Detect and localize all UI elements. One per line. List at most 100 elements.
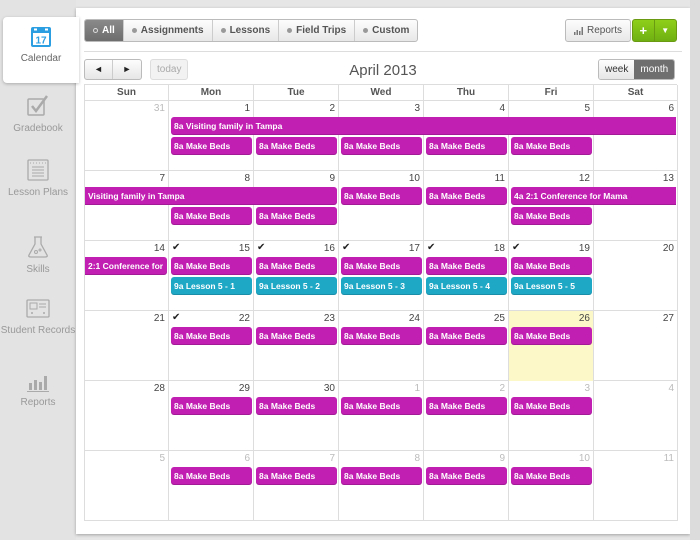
assignment-event[interactable]: 8a Make Beds <box>171 257 252 275</box>
day-cell[interactable]: 30 <box>254 381 339 451</box>
assignment-event[interactable]: 8a Make Beds <box>171 137 252 155</box>
assignment-event[interactable]: 8a Make Beds <box>171 207 252 225</box>
sidebar-item-reports[interactable]: Reports <box>0 372 76 409</box>
next-month-button[interactable]: ► <box>113 60 141 79</box>
day-cell[interactable]: 10 <box>509 451 594 521</box>
assignment-event[interactable]: 8a Make Beds <box>171 397 252 415</box>
assignment-event[interactable]: 8a Make Beds <box>256 467 337 485</box>
day-cell[interactable]: 12 <box>509 171 594 241</box>
page-scrollbar[interactable] <box>690 0 700 540</box>
assignment-event[interactable]: Visiting family in Tampa <box>85 187 337 205</box>
day-cell[interactable]: 3 <box>339 101 424 171</box>
day-cell[interactable]: 25 <box>424 311 509 381</box>
assignment-event[interactable]: 8a Make Beds <box>341 257 422 275</box>
day-cell[interactable]: 15 ✔ <box>169 241 254 311</box>
day-cell[interactable]: 4 <box>424 101 509 171</box>
assignment-event[interactable]: 8a Make Beds <box>426 327 507 345</box>
day-cell[interactable]: 9 <box>254 171 339 241</box>
day-cell[interactable]: 1 <box>339 381 424 451</box>
day-cell[interactable]: 6 <box>594 101 678 171</box>
assignment-event[interactable]: 8a Make Beds <box>511 137 592 155</box>
assignment-event[interactable]: 8a Make Beds <box>256 257 337 275</box>
day-cell[interactable]: 17 ✔ <box>339 241 424 311</box>
day-cell[interactable]: 3 <box>509 381 594 451</box>
day-cell[interactable]: 19 ✔ <box>509 241 594 311</box>
assignment-event[interactable]: 8a Make Beds <box>426 257 507 275</box>
assignment-event[interactable]: 4a 2:1 Conference for Mama <box>511 187 676 205</box>
day-cell[interactable]: 24 <box>339 311 424 381</box>
assignment-event[interactable]: 8a Make Beds <box>426 467 507 485</box>
assignment-event[interactable]: 8a Make Beds <box>256 207 337 225</box>
day-cell[interactable]: 29 <box>169 381 254 451</box>
day-cell[interactable]: 27 <box>594 311 678 381</box>
lesson-event[interactable]: 9a Lesson 5 - 5 <box>511 277 592 295</box>
sidebar-item-student-records[interactable]: Student Records <box>0 298 76 337</box>
assignment-event[interactable]: 8a Visiting family in Tampa <box>171 117 676 135</box>
day-cell[interactable]: 11 <box>594 451 678 521</box>
month-view-button[interactable]: month <box>634 60 675 79</box>
day-cell[interactable]: 4 <box>594 381 678 451</box>
assignment-event[interactable]: 8a Make Beds <box>511 327 592 345</box>
day-cell[interactable]: 8 <box>339 451 424 521</box>
day-cell[interactable]: 2 <box>254 101 339 171</box>
lesson-event[interactable]: 9a Lesson 5 - 2 <box>256 277 337 295</box>
day-cell[interactable]: 20 <box>594 241 678 311</box>
assignment-event[interactable]: 8a Make Beds <box>171 327 252 345</box>
day-cell[interactable]: 2 <box>424 381 509 451</box>
day-cell[interactable]: 1 <box>169 101 254 171</box>
assignment-event[interactable]: 8a Make Beds <box>256 327 337 345</box>
assignment-event[interactable]: 8a Make Beds <box>426 137 507 155</box>
assignment-event[interactable]: 8a Make Beds <box>426 397 507 415</box>
add-event-button[interactable]: + <box>633 20 655 41</box>
day-cell[interactable]: 8 <box>169 171 254 241</box>
sidebar-item-gradebook[interactable]: Gradebook <box>0 94 76 135</box>
day-cell[interactable]: 16 ✔ <box>254 241 339 311</box>
filter-field-trips-button[interactable]: Field Trips <box>279 20 356 41</box>
assignment-event[interactable]: 8a Make Beds <box>341 467 422 485</box>
day-cell[interactable]: 9 <box>424 451 509 521</box>
lesson-event[interactable]: 9a Lesson 5 - 3 <box>341 277 422 295</box>
day-cell[interactable]: 5 <box>509 101 594 171</box>
sidebar-item-lesson-plans[interactable]: Lesson Plans <box>0 158 76 199</box>
day-cell[interactable]: 7 <box>254 451 339 521</box>
assignment-event[interactable]: 8a Make Beds <box>511 257 592 275</box>
day-cell[interactable]: 21 <box>85 311 169 381</box>
filter-custom-button[interactable]: Custom <box>355 20 417 41</box>
day-cell[interactable]: 14 <box>85 241 169 311</box>
assignment-event[interactable]: 8a Make Beds <box>256 397 337 415</box>
filter-assignments-button[interactable]: Assignments <box>124 20 213 41</box>
day-cell[interactable]: 28 <box>85 381 169 451</box>
lesson-event[interactable]: 9a Lesson 5 - 4 <box>426 277 507 295</box>
assignment-event[interactable]: 8a Make Beds <box>341 327 422 345</box>
assignment-event[interactable]: 8a Make Beds <box>171 467 252 485</box>
day-cell[interactable]: 23 <box>254 311 339 381</box>
day-cell-today[interactable]: 26 <box>509 311 594 381</box>
day-cell[interactable]: 22 ✔ <box>169 311 254 381</box>
prev-month-button[interactable]: ◄ <box>85 60 113 79</box>
filter-all-button[interactable]: All <box>85 20 124 41</box>
lesson-event[interactable]: 9a Lesson 5 - 1 <box>171 277 252 295</box>
assignment-event[interactable]: 8a Make Beds <box>511 397 592 415</box>
day-cell[interactable]: 18 ✔ <box>424 241 509 311</box>
assignment-event[interactable]: 2:1 Conference for <box>85 257 167 275</box>
week-view-button[interactable]: week <box>599 60 635 79</box>
add-event-dropdown-button[interactable]: ▼ <box>655 20 676 41</box>
assignment-event[interactable]: 8a Make Beds <box>426 187 507 205</box>
day-cell[interactable]: 5 <box>85 451 169 521</box>
assignment-event[interactable]: 8a Make Beds <box>341 137 422 155</box>
day-cell[interactable]: 13 <box>594 171 678 241</box>
day-cell[interactable]: 7 <box>85 171 169 241</box>
sidebar-item-calendar[interactable]: 17 Calendar <box>3 17 79 83</box>
filter-lessons-button[interactable]: Lessons <box>213 20 280 41</box>
day-cell[interactable]: 31 <box>85 101 169 171</box>
assignment-event[interactable]: 8a Make Beds <box>341 397 422 415</box>
day-cell[interactable]: 11 <box>424 171 509 241</box>
assignment-event[interactable]: 8a Make Beds <box>256 137 337 155</box>
assignment-event[interactable]: 8a Make Beds <box>511 467 592 485</box>
today-button[interactable]: today <box>150 59 189 80</box>
assignment-event[interactable]: 8a Make Beds <box>341 187 422 205</box>
day-cell[interactable]: 10 <box>339 171 424 241</box>
sidebar-item-skills[interactable]: Skills <box>0 235 76 276</box>
day-cell[interactable]: 6 <box>169 451 254 521</box>
assignment-event[interactable]: 8a Make Beds <box>511 207 592 225</box>
